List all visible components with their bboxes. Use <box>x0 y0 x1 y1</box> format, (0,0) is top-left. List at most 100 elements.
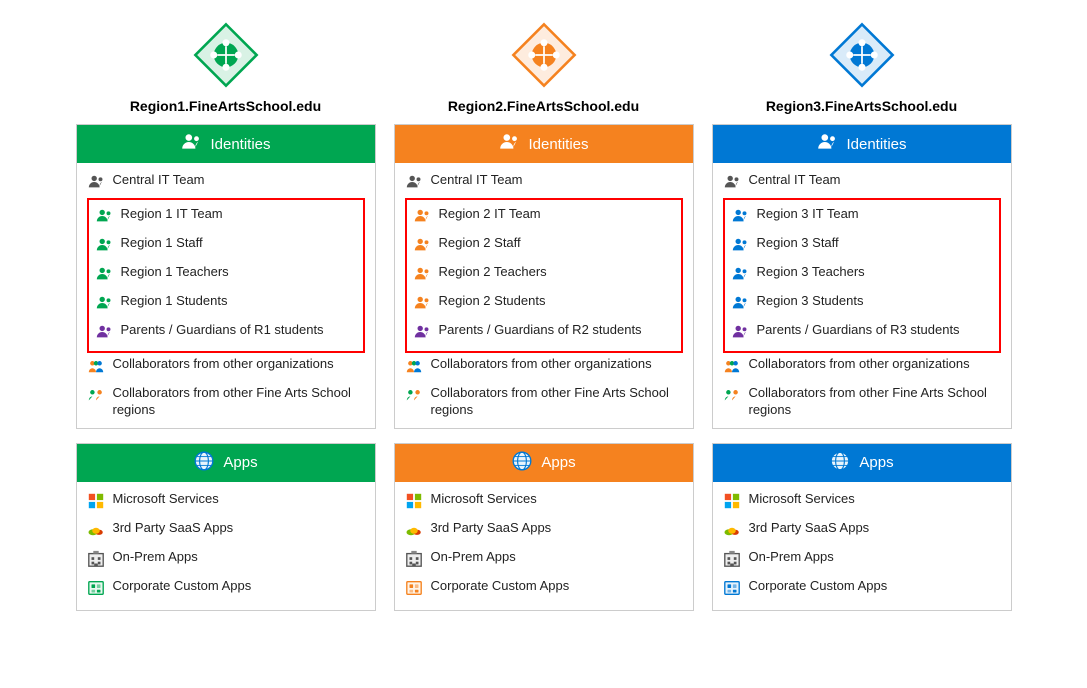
region-team-highlight-2: Region 2 IT Team Region 2 Staff Region 2 T… <box>405 198 683 353</box>
app-item: 3rd Party SaaS Apps <box>405 517 683 546</box>
people-icon <box>816 131 838 157</box>
team-item-label: Region 2 Teachers <box>439 264 547 281</box>
region-title-2: Region2.FineArtsSchool.edu <box>448 98 639 114</box>
app-item-label: 3rd Party SaaS Apps <box>749 520 870 537</box>
app-item: On-Prem Apps <box>405 546 683 575</box>
team-icon <box>731 294 751 316</box>
app-item-label: Corporate Custom Apps <box>749 578 888 595</box>
app-icon <box>723 492 743 514</box>
region-team-item: Parents / Guardians of R2 students <box>413 319 675 348</box>
region-logo-2 <box>509 20 579 90</box>
identities-body-1: Central IT Team Region 1 IT Team Region 1 … <box>77 163 375 428</box>
region-team-item: Region 2 Staff <box>413 232 675 261</box>
team-item-label: Region 3 IT Team <box>757 206 859 223</box>
region-title-1: Region1.FineArtsSchool.edu <box>130 98 321 114</box>
region-logo-3 <box>827 20 897 90</box>
app-item-label: 3rd Party SaaS Apps <box>113 520 234 537</box>
identities-header-1: Identities <box>77 125 375 163</box>
region-team-item: Region 3 Teachers <box>731 261 993 290</box>
team-item-label: Parents / Guardians of R1 students <box>121 322 324 339</box>
collab-item: Collaborators from other Fine Arts Schoo… <box>405 382 683 422</box>
apps-box-2: Apps Microsoft Services 3rd Party SaaS App… <box>394 443 694 611</box>
team-icon <box>413 207 433 229</box>
apps-header-3: Apps <box>713 444 1011 482</box>
globe-icon <box>511 450 533 476</box>
team-item-label: Region 3 Students <box>757 293 864 310</box>
apps-box-1: AppsMicrosoft Services3rd Party SaaS App… <box>76 443 376 611</box>
app-item: On-Prem Apps <box>87 546 365 575</box>
identities-label: Identities <box>210 136 270 153</box>
main-layout: Region1.FineArtsSchool.eduIdentitiesCent… <box>20 20 1067 625</box>
team-icon <box>731 265 751 287</box>
globe-icon <box>193 450 215 476</box>
app-icon <box>87 521 107 543</box>
app-item: Corporate Custom Apps <box>405 575 683 604</box>
app-item: 3rd Party SaaS Apps <box>87 517 365 546</box>
app-item: On-Prem Apps <box>723 546 1001 575</box>
region-team-item: Region 1 IT Team <box>95 203 357 232</box>
identities-body-2: Central IT TeamRegion 2 IT TeamRegion 2 … <box>395 163 693 428</box>
team-item-label: Parents / Guardians of R2 students <box>439 322 642 339</box>
team-icon <box>731 323 751 345</box>
team-item-label: Region 2 IT Team <box>439 206 541 223</box>
collab-item-label: Collaborators from other organizations <box>113 356 334 373</box>
apps-label: Apps <box>859 454 893 471</box>
collab-item: Collaborators from other Fine Arts Schoo… <box>723 382 1001 422</box>
app-icon <box>723 550 743 572</box>
team-item-label: Region 1 Teachers <box>121 264 229 281</box>
team-icon <box>95 236 115 258</box>
app-icon <box>405 550 425 572</box>
app-item-label: 3rd Party SaaS Apps <box>431 520 552 537</box>
team-item-label: Parents / Guardians of R3 students <box>757 322 960 339</box>
team-icon <box>731 236 751 258</box>
region-team-item: Parents / Guardians of R1 students <box>95 319 357 348</box>
app-item-label: Corporate Custom Apps <box>431 578 570 595</box>
app-icon <box>405 492 425 514</box>
team-icon <box>413 236 433 258</box>
collab-item: Collaborators from other organizations <box>87 353 365 382</box>
apps-body-3: Microsoft Services 3rd Party SaaS Apps On-… <box>713 482 1011 610</box>
region-team-item: Region 3 IT Team <box>731 203 993 232</box>
team-icon <box>95 323 115 345</box>
apps-body-1: Microsoft Services 3rd Party SaaS Apps On-… <box>77 482 375 610</box>
collab-icon <box>723 357 743 379</box>
globe-icon <box>829 450 851 476</box>
app-item: Microsoft Services <box>87 488 365 517</box>
collab-item: Collaborators from other organizations <box>723 353 1001 382</box>
collab-item: Collaborators from other Fine Arts Schoo… <box>87 382 365 422</box>
people-icon <box>180 131 202 157</box>
identities-box-3: Identities Central IT Team Region 3 IT Tea… <box>712 124 1012 429</box>
people-dark-icon <box>405 173 425 195</box>
apps-header-2: Apps <box>395 444 693 482</box>
collab-icon <box>405 386 425 408</box>
identities-box-2: IdentitiesCentral IT TeamRegion 2 IT Tea… <box>394 124 694 429</box>
app-item-label: Microsoft Services <box>431 491 537 508</box>
region-column-1: Region1.FineArtsSchool.edu Identities Cent… <box>76 20 376 625</box>
region-team-item: Region 1 Teachers <box>95 261 357 290</box>
team-icon <box>413 265 433 287</box>
team-item-label: Region 1 IT Team <box>121 206 223 223</box>
identities-label: Identities <box>846 136 906 153</box>
region-column-3: Region3.FineArtsSchool.edu Identities Cent… <box>712 20 1012 625</box>
app-item-label: Corporate Custom Apps <box>113 578 252 595</box>
central-it-team-label: Central IT Team <box>749 172 841 189</box>
identities-header-2: Identities <box>395 125 693 163</box>
app-item: Microsoft Services <box>723 488 1001 517</box>
team-icon <box>95 207 115 229</box>
people-dark-icon <box>87 173 107 195</box>
region-team-item: Region 1 Students <box>95 290 357 319</box>
region-column-2: Region2.FineArtsSchool.edu IdentitiesCent… <box>394 20 694 625</box>
region-title-3: Region3.FineArtsSchool.edu <box>766 98 957 114</box>
region-team-item: Region 2 IT Team <box>413 203 675 232</box>
collab-icon <box>723 386 743 408</box>
collab-item-label: Collaborators from other Fine Arts Schoo… <box>113 385 365 419</box>
app-icon <box>723 579 743 601</box>
app-item: Corporate Custom Apps <box>87 575 365 604</box>
region-team-item: Region 1 Staff <box>95 232 357 261</box>
team-item-label: Region 2 Students <box>439 293 546 310</box>
central-it-team-label: Central IT Team <box>113 172 205 189</box>
app-item-label: Microsoft Services <box>113 491 219 508</box>
app-icon <box>405 579 425 601</box>
team-item-label: Region 3 Teachers <box>757 264 865 281</box>
app-item-label: On-Prem Apps <box>749 549 834 566</box>
